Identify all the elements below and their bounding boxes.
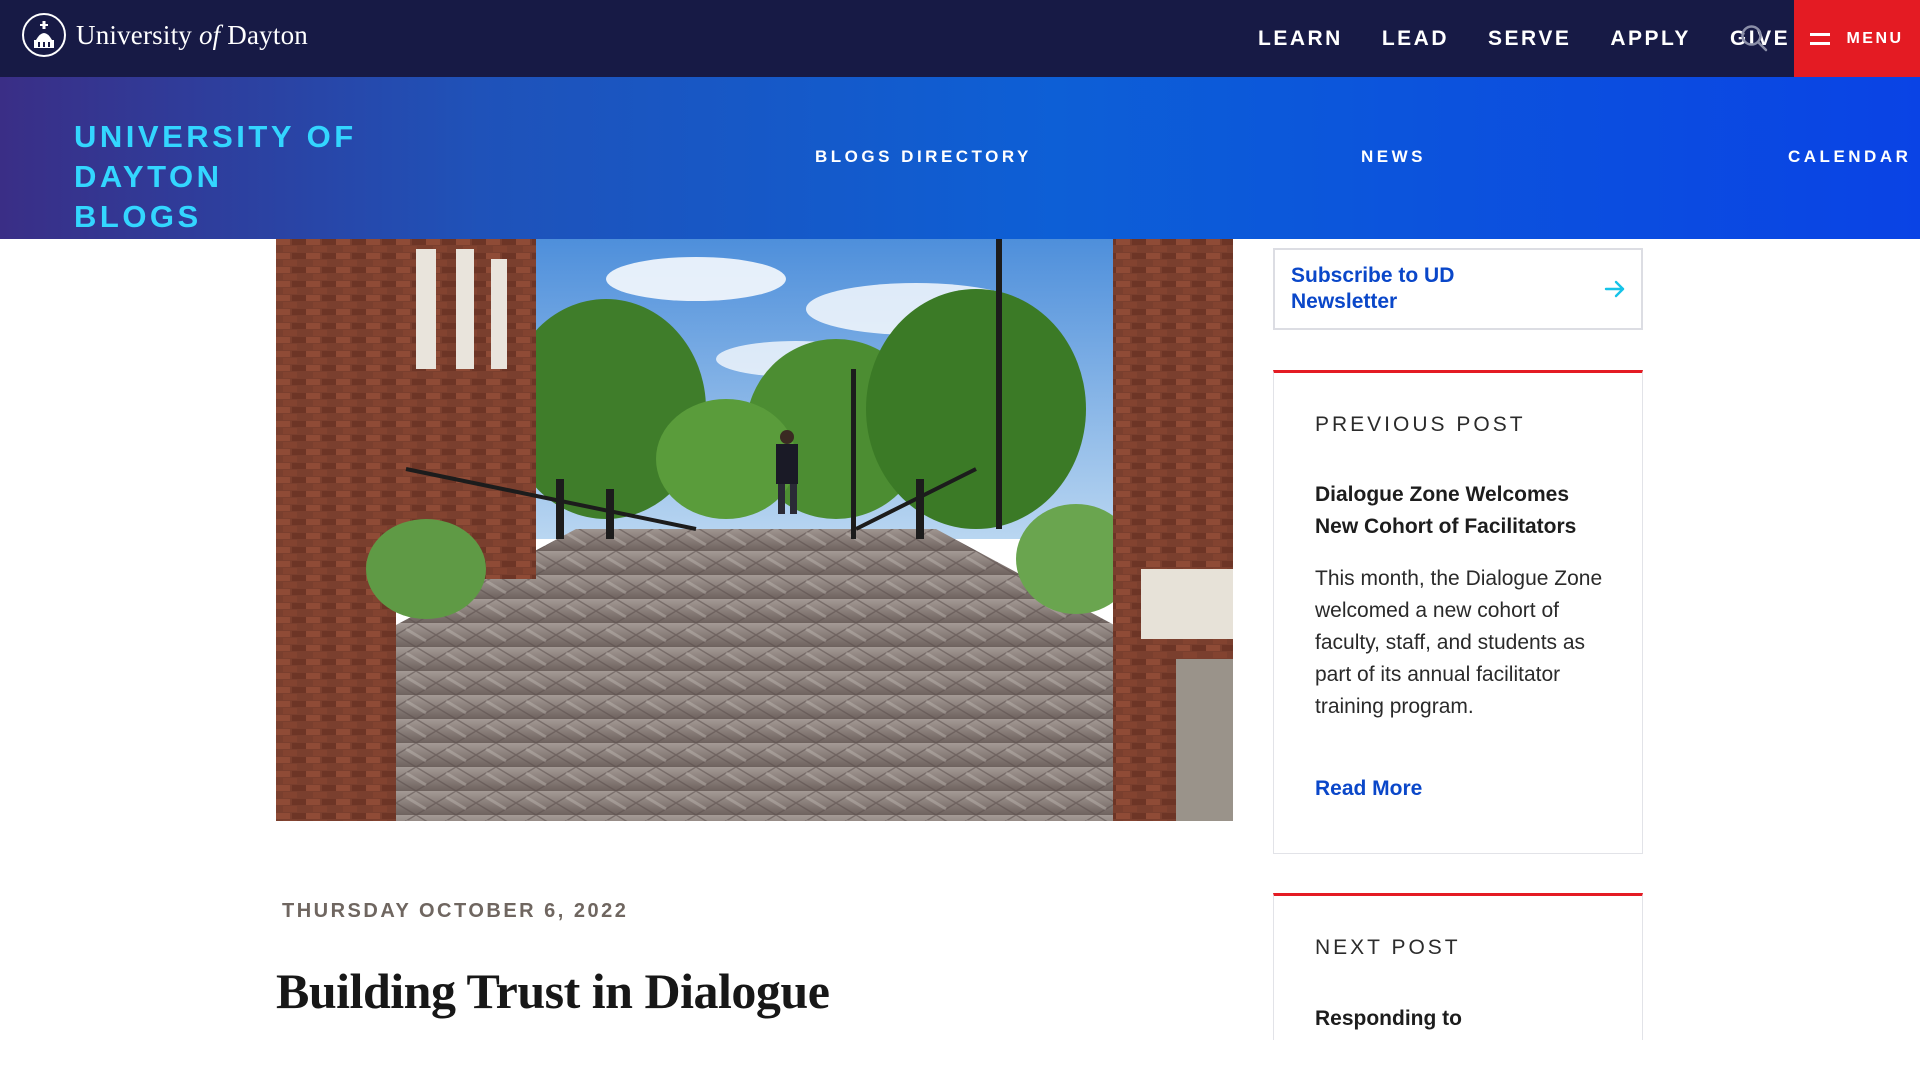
blog-title-line2: BLOGS (74, 199, 202, 234)
previous-post-card: PREVIOUS POST Dialogue Zone Welcomes New… (1273, 370, 1643, 854)
global-header: University of Dayton LEARN LEAD SERVE AP… (0, 0, 1920, 77)
university-name: University of Dayton (76, 19, 308, 50)
nav-serve[interactable]: SERVE (1488, 27, 1571, 51)
nav-lead[interactable]: LEAD (1382, 27, 1449, 51)
blog-title-line1: UNIVERSITY OF DAYTON (74, 119, 357, 194)
chapel-seal-icon (22, 13, 66, 57)
nav-learn[interactable]: LEARN (1258, 27, 1343, 51)
search-icon (1741, 25, 1768, 52)
previous-post-kicker: PREVIOUS POST (1315, 413, 1526, 436)
previous-post-title[interactable]: Dialogue Zone Welcomes New Cohort of Fac… (1315, 479, 1615, 543)
next-post-card: NEXT POST Responding to (1273, 893, 1643, 1041)
nav-apply[interactable]: APPLY (1610, 27, 1691, 51)
menu-label: MENU (1846, 29, 1904, 47)
nav-news[interactable]: NEWS (1361, 147, 1426, 167)
subscribe-newsletter-button[interactable]: Subscribe to UD Newsletter (1273, 248, 1643, 330)
university-logo[interactable]: University of Dayton (22, 12, 308, 58)
nav-calendar[interactable]: CALENDAR (1788, 147, 1911, 167)
hamburger-icon (1810, 32, 1831, 45)
post-date: THURSDAY OCTOBER 6, 2022 (282, 900, 629, 922)
blog-header: UNIVERSITY OF DAYTON BLOGS BLOGS DIRECTO… (0, 77, 1920, 239)
viewport-clip (1273, 1040, 1643, 1080)
next-post-kicker: NEXT POST (1315, 936, 1461, 959)
previous-post-excerpt: This month, the Dialogue Zone welcomed a… (1315, 567, 1603, 718)
post-title: Building Trust in Dialogue (276, 963, 830, 1019)
blog-title[interactable]: UNIVERSITY OF DAYTON BLOGS (74, 117, 434, 237)
nav-blogs-directory[interactable]: BLOGS DIRECTORY (815, 147, 1032, 167)
read-more-link[interactable]: Read More (1315, 777, 1422, 801)
arrow-right-icon (1604, 280, 1625, 298)
subscribe-label: Subscribe to UD Newsletter (1291, 264, 1455, 313)
search-button[interactable] (1736, 20, 1772, 56)
hero-image (276, 239, 1233, 821)
menu-button[interactable]: MENU (1794, 0, 1920, 77)
next-post-title[interactable]: Responding to (1315, 1003, 1615, 1035)
